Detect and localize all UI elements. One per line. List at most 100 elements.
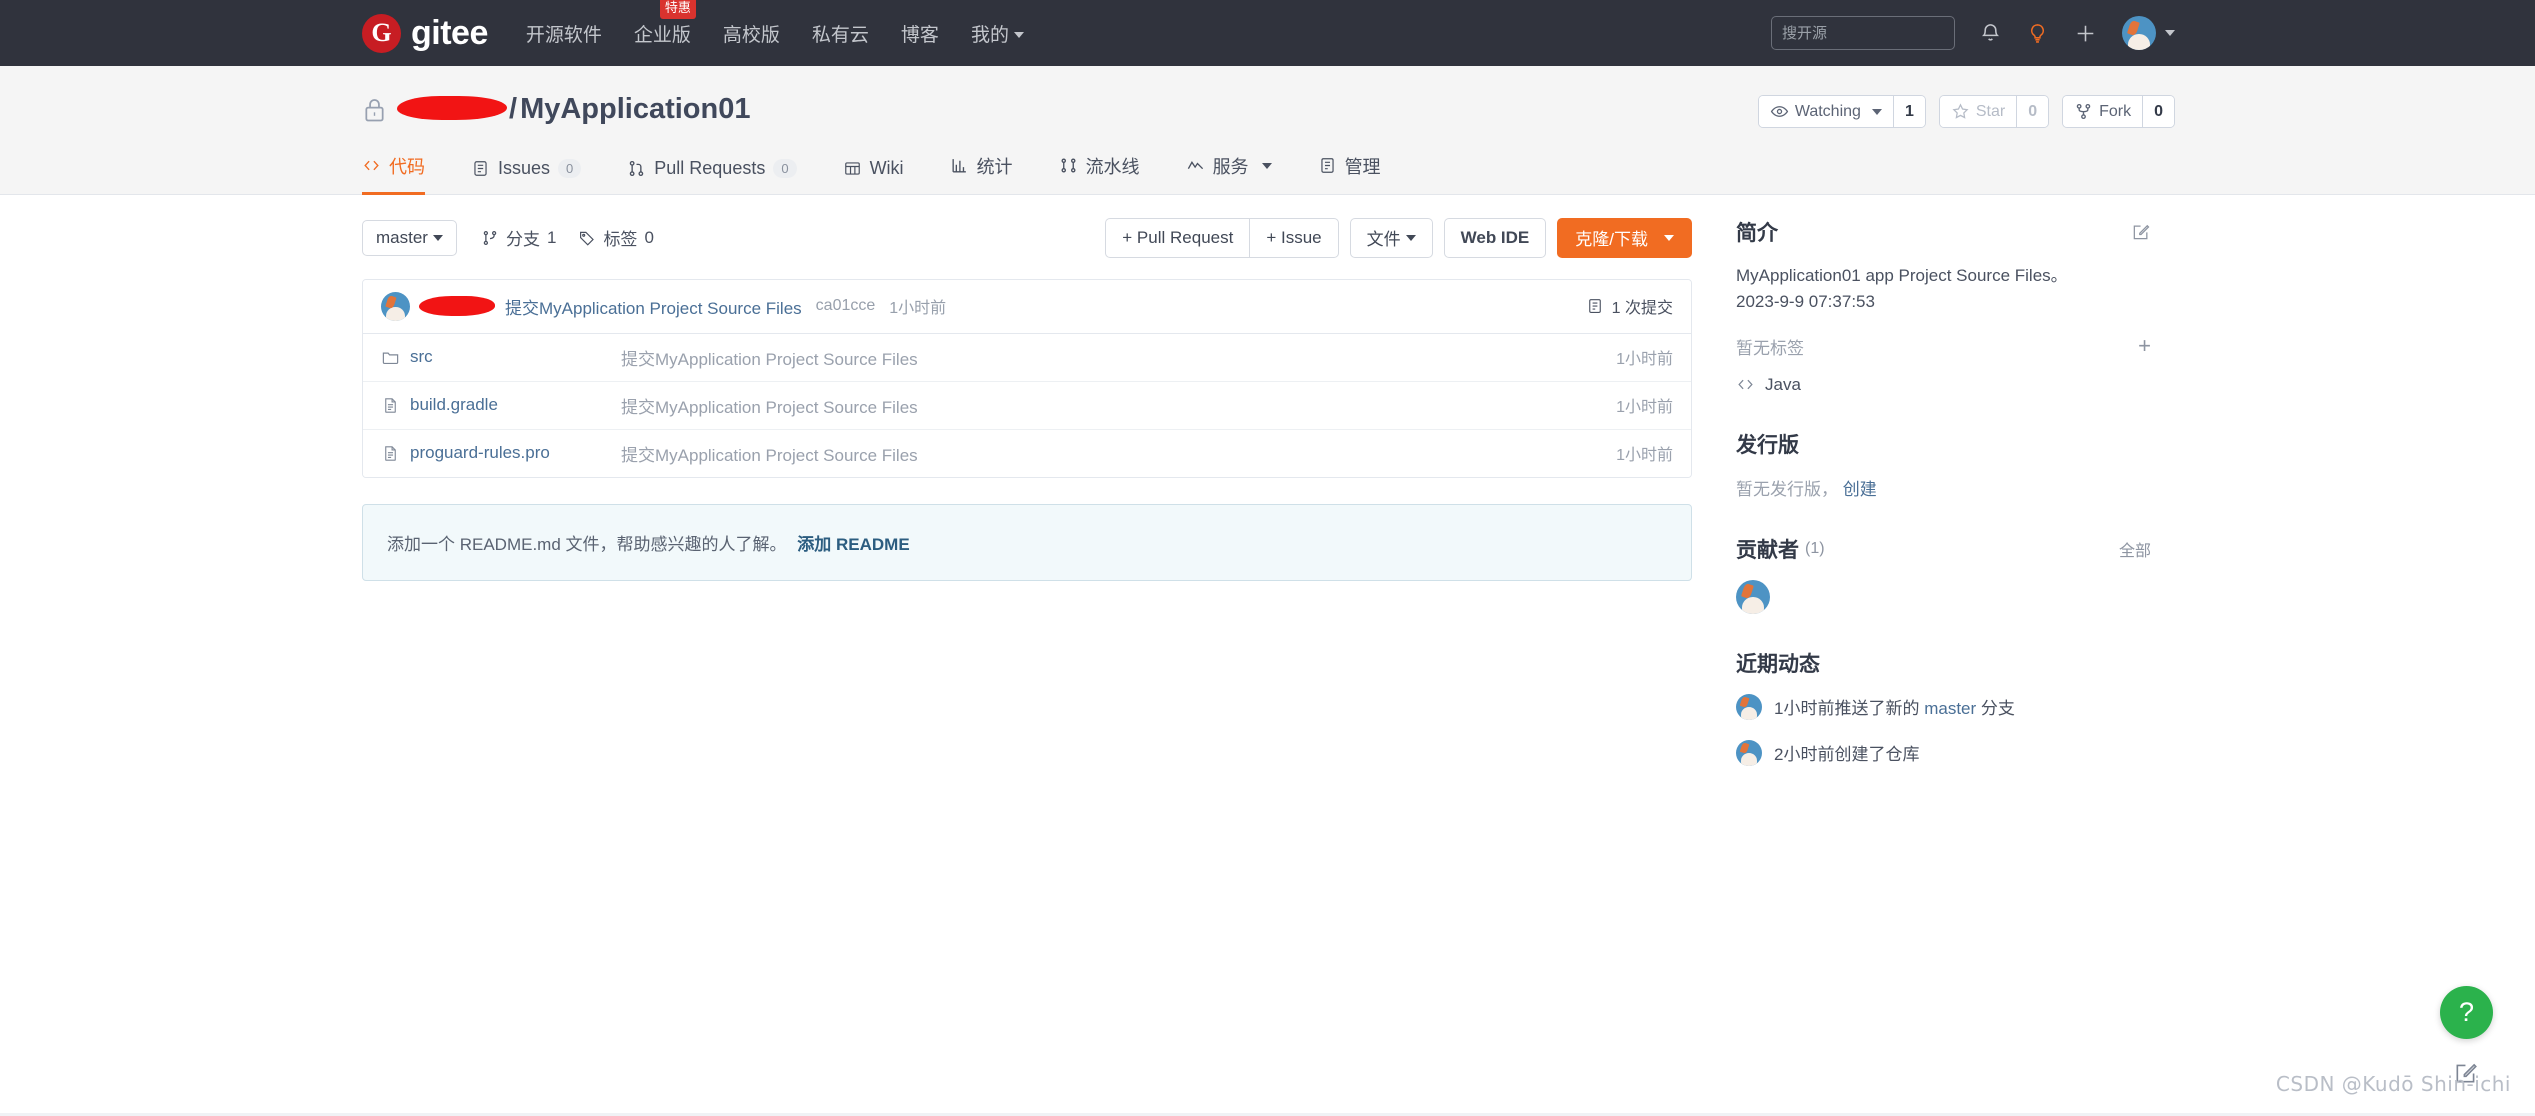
page-body: master 分支 1 标签 0	[0, 195, 2535, 800]
tab-pull-requests[interactable]: Pull Requests 0	[627, 148, 796, 195]
star-count[interactable]: 0	[2016, 96, 2048, 127]
avatar[interactable]	[1736, 580, 1770, 614]
activity-action: 创建了仓库	[1834, 745, 1919, 764]
repo-path-separator: /	[509, 94, 517, 126]
tab-wiki[interactable]: Wiki	[843, 148, 904, 195]
web-ide-button[interactable]: Web IDE	[1444, 218, 1547, 258]
bell-icon[interactable]	[1979, 22, 2002, 45]
plus-icon[interactable]: +	[2138, 335, 2151, 357]
activity-time: 1小时前	[1774, 699, 1834, 718]
chart-icon	[950, 156, 969, 175]
repo-owner-redacted[interactable]	[397, 96, 507, 120]
tab-label: Wiki	[870, 158, 904, 179]
contributors-section: 贡献者 (1) 全部	[1736, 534, 2151, 614]
edit-icon[interactable]	[2131, 222, 2151, 242]
tab-label: 流水线	[1086, 153, 1140, 179]
file-time: 1小时前	[1616, 393, 1673, 417]
file-entry-proguard-rules[interactable]: proguard-rules.pro	[381, 443, 621, 463]
search-input[interactable]	[1771, 16, 1955, 50]
fork-button[interactable]: Fork	[2063, 96, 2142, 127]
promo-badge: 特惠	[660, 0, 696, 19]
help-button[interactable]: ?	[2440, 986, 2493, 1039]
contributors-all-link[interactable]: 全部	[2119, 537, 2151, 561]
tag-icon	[578, 229, 596, 247]
activity-section: 近期动态 1小时前推送了新的 master 分支 2小时前创建了仓库	[1736, 648, 2151, 766]
about-date: 2023-9-9 07:37:53	[1736, 292, 1875, 311]
gitee-logo[interactable]: G gitee	[362, 14, 488, 53]
tags-link[interactable]: 标签 0	[578, 225, 653, 250]
fork-button-group[interactable]: Fork 0	[2062, 95, 2175, 128]
tab-pipeline[interactable]: 流水线	[1059, 143, 1140, 195]
clone-download-button[interactable]: 克隆/下载	[1557, 218, 1692, 258]
tab-statistics[interactable]: 统计	[950, 143, 1013, 195]
plus-icon[interactable]	[2073, 21, 2098, 46]
table-row[interactable]: src 提交MyApplication Project Source Files…	[363, 334, 1691, 382]
branch-selector-label: master	[376, 228, 428, 248]
tab-manage[interactable]: 管理	[1318, 143, 1381, 195]
code-icon	[362, 156, 381, 175]
nav-link-opensource[interactable]: 开源软件	[526, 14, 602, 53]
nav-link-education[interactable]: 高校版	[723, 14, 780, 53]
lock-icon	[362, 96, 387, 124]
file-entry-build-gradle[interactable]: build.gradle	[381, 395, 621, 415]
files-menu-button[interactable]: 文件	[1350, 218, 1433, 258]
tab-count: 0	[558, 159, 581, 179]
table-row[interactable]: proguard-rules.pro 提交MyApplication Proje…	[363, 430, 1691, 477]
star-button[interactable]: Star	[1940, 96, 2016, 127]
fork-count[interactable]: 0	[2142, 96, 2174, 127]
nav-link-label: 开源软件	[526, 25, 602, 46]
watch-count[interactable]: 1	[1893, 96, 1925, 127]
user-avatar-menu[interactable]	[2122, 16, 2175, 50]
issue-icon	[471, 159, 490, 178]
commit-history-link[interactable]: 1 次提交	[1586, 294, 1673, 318]
tab-services[interactable]: 服务	[1186, 143, 1272, 195]
nav-link-label: 企业版	[634, 25, 691, 46]
contributors-header: 贡献者 (1) 全部	[1736, 534, 2151, 564]
avatar[interactable]	[381, 292, 410, 321]
fork-label: Fork	[2099, 103, 2131, 121]
star-button-group[interactable]: Star 0	[1939, 95, 2049, 128]
new-issue-button[interactable]: + Issue	[1249, 218, 1338, 258]
branch-selector[interactable]: master	[362, 220, 457, 256]
nav-link-label: 我的	[971, 25, 1009, 46]
nav-link-label: 博客	[901, 25, 939, 46]
table-row[interactable]: build.gradle 提交MyApplication Project Sou…	[363, 382, 1691, 430]
nav-link-label: 私有云	[812, 25, 869, 46]
watch-button-group[interactable]: Watching 1	[1758, 95, 1926, 128]
pull-request-icon	[627, 159, 646, 178]
file-entry-src[interactable]: src	[381, 347, 621, 367]
add-readme-link[interactable]: 添加 README	[797, 535, 909, 554]
file-time: 1小时前	[1616, 441, 1673, 465]
watch-label: Watching	[1795, 103, 1861, 121]
nav-link-blog[interactable]: 博客	[901, 14, 939, 53]
tab-code[interactable]: 代码	[362, 143, 425, 195]
commit-hash[interactable]: ca01cce	[816, 297, 876, 315]
code-icon	[1736, 375, 1755, 394]
repo-name[interactable]: MyApplication01	[520, 94, 750, 126]
tab-issues[interactable]: Issues 0	[471, 148, 581, 195]
watch-button[interactable]: Watching	[1759, 96, 1893, 127]
list-item[interactable]: 1小时前推送了新的 master 分支	[1736, 694, 2151, 720]
create-release-link[interactable]: 创建	[1843, 480, 1877, 499]
lightbulb-icon[interactable]	[2026, 22, 2049, 45]
tab-label: 管理	[1345, 153, 1381, 179]
file-name-label: proguard-rules.pro	[410, 443, 550, 463]
feedback-button[interactable]	[2440, 1047, 2492, 1099]
file-browser: 提交MyApplication Project Source Files ca0…	[362, 279, 1692, 478]
commit-message[interactable]: 提交MyApplication Project Source Files	[505, 294, 802, 319]
releases-title: 发行版	[1736, 429, 1799, 459]
file-commit-message: 提交MyApplication Project Source Files	[621, 393, 1616, 418]
nav-link-mine[interactable]: 我的	[971, 14, 1024, 53]
chevron-down-icon	[433, 235, 443, 241]
list-item[interactable]: 2小时前创建了仓库	[1736, 740, 2151, 766]
branches-link[interactable]: 分支 1	[481, 225, 556, 250]
commit-author-redacted[interactable]	[419, 296, 495, 316]
nav-link-private-cloud[interactable]: 私有云	[812, 14, 869, 53]
new-pull-request-button[interactable]: + Pull Request	[1105, 218, 1249, 258]
repository-actions: Watching 1 Star 0 Fork 0	[1758, 95, 2175, 128]
language-row[interactable]: Java	[1736, 375, 2151, 395]
navbar-right	[1771, 16, 2175, 50]
readme-notice-text: 添加一个 README.md 文件，帮助感兴趣的人了解。	[387, 535, 787, 554]
activity-branch[interactable]: master	[1924, 699, 1976, 718]
nav-link-enterprise[interactable]: 企业版 特惠	[634, 14, 691, 53]
